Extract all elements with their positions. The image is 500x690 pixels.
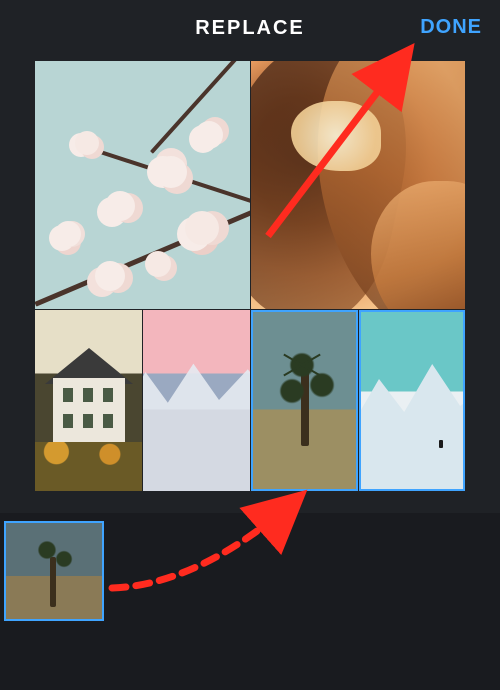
cherry-blossom-image: [35, 61, 250, 309]
joshua-tree-head-icon: [307, 370, 337, 400]
collage-slot-top-right[interactable]: [251, 61, 465, 309]
header-bar: REPLACE DONE: [0, 0, 500, 56]
collage-slot-bottom-3[interactable]: [251, 310, 358, 491]
person-icon: [439, 440, 443, 448]
flower-icon: [195, 121, 223, 149]
autumn-trees-icon: [35, 442, 142, 491]
thumbnail-tray: [0, 513, 500, 690]
flower-icon: [55, 221, 81, 247]
collage-canvas[interactable]: [35, 61, 465, 491]
flower-icon: [95, 261, 125, 291]
joshua-tree-head-icon: [54, 549, 74, 569]
collage-slot-bottom-4[interactable]: [359, 310, 465, 491]
done-button[interactable]: DONE: [420, 16, 482, 39]
flower-icon: [105, 191, 135, 221]
collage-slot-bottom-2[interactable]: [143, 310, 250, 491]
flower-icon: [155, 156, 187, 188]
collage-slot-top-left[interactable]: [35, 61, 250, 309]
branch: [35, 200, 250, 306]
joshua-tree-head-icon: [277, 376, 307, 406]
house-body-icon: [53, 378, 125, 448]
flower-icon: [185, 211, 219, 245]
flower-icon: [145, 251, 171, 277]
mountain-ridge-icon: [143, 358, 250, 491]
collage-slot-bottom-1[interactable]: [35, 310, 142, 491]
screen-title: REPLACE: [195, 17, 305, 40]
snow-peak-icon: [359, 352, 465, 491]
flower-icon: [75, 131, 99, 155]
tray-thumbnail-1[interactable]: [4, 521, 104, 621]
